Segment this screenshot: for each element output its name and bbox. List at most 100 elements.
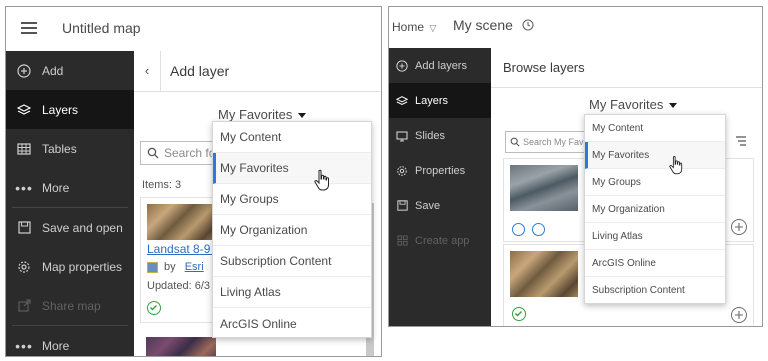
plus-circle-icon	[6, 63, 42, 78]
menu-item-my-groups[interactable]: My Groups	[585, 169, 725, 196]
sidebar-item-label: Layers	[42, 102, 79, 117]
sidebar-item-save-and-open[interactable]: Save and open	[6, 208, 134, 247]
sidebar-item-label: Save	[415, 199, 441, 212]
save-icon	[6, 221, 42, 234]
card-owner-row: by Esri	[147, 261, 204, 273]
sidebar-item-create-app: Create app	[389, 223, 491, 258]
owner-link[interactable]: Esri	[185, 261, 204, 273]
sidebar-item-properties[interactable]: Properties	[389, 153, 491, 188]
home-menu[interactable]: Home ▽	[392, 20, 436, 34]
sidebar-item-layers[interactable]: Layers	[6, 90, 134, 129]
sidebar-item-more[interactable]: ••• More	[6, 168, 134, 207]
sidebar-item-label: Slides	[415, 129, 445, 142]
panel-title: Add layer	[170, 63, 230, 79]
hand-cursor-icon	[314, 169, 329, 191]
menu-item-my-groups[interactable]: My Groups	[213, 184, 371, 215]
scene-layer-badge-icon	[512, 223, 525, 236]
layers-icon	[389, 95, 415, 107]
menu-item-my-content[interactable]: My Content	[585, 115, 725, 142]
items-count: Items: 3	[142, 179, 182, 191]
menu-item-arcgis-online[interactable]: ArcGIS Online	[585, 250, 725, 277]
search-icon	[510, 137, 520, 147]
sidebar-item-tables[interactable]: Tables	[6, 129, 134, 168]
save-icon	[389, 200, 415, 211]
sort-icon[interactable]	[735, 136, 747, 146]
clock-icon	[522, 19, 534, 31]
dropdown-label: My Favorites	[589, 97, 664, 112]
layer-thumbnail	[146, 337, 216, 356]
table-icon	[6, 142, 42, 155]
sidebar-item-save[interactable]: Save	[389, 188, 491, 223]
search-icon	[147, 147, 159, 159]
authoritative-badge-icon	[147, 301, 161, 315]
scene-viewer-panel: Home ▽ My scene Add layers Layers Slides	[388, 6, 763, 327]
menu-item-my-content[interactable]: My Content	[213, 122, 371, 153]
map-title: Untitled map	[62, 20, 141, 36]
gear-icon	[389, 165, 415, 177]
by-label: by	[164, 261, 176, 273]
search-placeholder: Search fo	[164, 146, 216, 160]
hamburger-icon[interactable]	[21, 22, 37, 34]
plus-circle-icon	[389, 59, 415, 72]
caret-down-icon	[298, 113, 307, 119]
sidebar-item-label: More	[42, 180, 70, 195]
search-input[interactable]: Search My Favo	[505, 131, 585, 153]
dropdown-label: My Favorites	[218, 107, 293, 122]
panel-title: Browse layers	[503, 60, 585, 75]
chevron-left-icon[interactable]: ‹	[134, 51, 161, 91]
source-dropdown[interactable]: My Favorites	[589, 97, 678, 112]
sidebar-item-label: More	[42, 338, 70, 353]
scene-title: My scene	[453, 17, 513, 33]
scene-sidebar: Add layers Layers Slides Properties Save	[389, 48, 491, 326]
create-app-icon	[389, 235, 415, 246]
sidebar-item-label: Save and open	[42, 220, 123, 235]
source-dropdown-menu: My Content My Favorites My Groups My Org…	[212, 121, 372, 338]
shield-icon	[532, 223, 545, 236]
hand-cursor-icon	[669, 156, 683, 175]
sidebar-item-label: Layers	[415, 94, 449, 107]
add-layer-header: ‹ Add layer	[134, 51, 381, 92]
menu-item-my-favorites[interactable]: My Favorites	[213, 153, 371, 184]
menu-item-subscription-content[interactable]: Subscription Content	[213, 246, 371, 277]
add-layer-button[interactable]	[731, 219, 747, 235]
updated-date: Updated: 6/3	[147, 280, 210, 292]
menu-item-subscription-content[interactable]: Subscription Content	[585, 277, 725, 304]
browse-layers-header: Browse layers	[491, 48, 762, 88]
sidebar-item-slides[interactable]: Slides	[389, 118, 491, 153]
menu-item-my-organization[interactable]: My Organization	[213, 215, 371, 246]
source-dropdown[interactable]: My Favorites	[218, 107, 307, 122]
menu-item-arcgis-online[interactable]: ArcGIS Online	[213, 308, 371, 339]
more-dots-icon: •••	[15, 337, 33, 354]
scene-header: Home ▽ My scene	[389, 7, 762, 49]
authoritative-badge-icon	[512, 307, 526, 321]
menu-item-my-favorites[interactable]: My Favorites	[585, 142, 725, 169]
sidebar-item-label: Properties	[415, 164, 466, 177]
source-dropdown-menu: My Content My Favorites My Groups My Org…	[584, 114, 726, 304]
layers-icon	[6, 103, 42, 117]
sidebar-item-add-layers[interactable]: Add layers	[389, 48, 491, 83]
layer-type-icon	[147, 261, 158, 273]
menu-item-living-atlas[interactable]: Living Atlas	[213, 277, 371, 308]
map-viewer-panel: Untitled map Add Layers Tables ••• More	[5, 6, 382, 357]
sidebar-item-label: Share map	[42, 298, 101, 313]
chevron-down-icon: ▽	[429, 23, 437, 33]
sidebar-item-label: Map properties	[42, 259, 123, 274]
sidebar-item-more-bottom[interactable]: ••• More	[6, 326, 134, 356]
slides-icon	[389, 130, 415, 142]
layer-thumbnail	[147, 204, 217, 240]
sidebar-item-label: Tables	[42, 141, 77, 156]
sidebar-item-share-map: Share map	[6, 286, 134, 325]
search-placeholder: Search My Favo	[523, 137, 585, 147]
sidebar-item-map-properties[interactable]: Map properties	[6, 247, 134, 286]
menu-item-living-atlas[interactable]: Living Atlas	[585, 223, 725, 250]
home-label: Home	[392, 20, 425, 34]
sidebar-item-layers[interactable]: Layers	[389, 83, 491, 118]
sidebar-item-label: Add	[42, 63, 64, 78]
caret-down-icon	[669, 103, 678, 109]
sidebar-item-add[interactable]: Add	[6, 51, 134, 90]
more-dots-icon: •••	[15, 179, 33, 196]
add-layer-button[interactable]	[731, 307, 747, 323]
menu-item-my-organization[interactable]: My Organization	[585, 196, 725, 223]
layer-thumbnail	[510, 251, 578, 297]
map-header: Untitled map	[6, 7, 381, 52]
